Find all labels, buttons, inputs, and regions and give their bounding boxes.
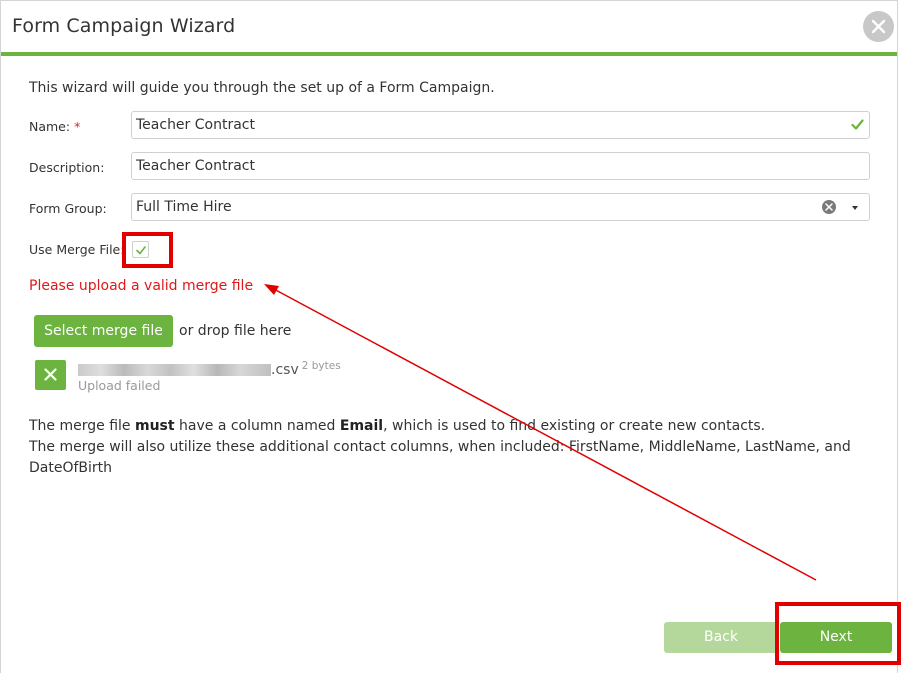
description-field[interactable]: Teacher Contract (131, 152, 870, 180)
close-button[interactable] (863, 11, 894, 42)
annotation-highlight-next (775, 602, 901, 665)
name-field[interactable]: Teacher Contract (131, 111, 870, 139)
dialog-title: Form Campaign Wizard (12, 15, 236, 37)
name-label: Name: * (29, 119, 80, 134)
name-field-value: Teacher Contract (136, 117, 255, 133)
back-button[interactable]: Back (664, 622, 778, 653)
note-emphasis-must: must (134, 418, 175, 434)
upload-status: Upload failed (78, 378, 161, 393)
required-marker: * (74, 119, 81, 134)
wizard-dialog: Form Campaign Wizard This wizard will gu… (0, 0, 898, 673)
note-text: , which is used to find existing or crea… (383, 418, 766, 434)
annotation-highlight-checkbox (122, 232, 173, 268)
clear-x-glyph (825, 203, 833, 211)
check-icon (851, 119, 864, 130)
uploaded-file: .csv 2 bytes (78, 360, 341, 378)
error-message: Please upload a valid merge file (29, 278, 254, 294)
note-emphasis-email: Email (339, 418, 384, 434)
caret-down-icon[interactable] (852, 206, 858, 210)
dialog-header: Form Campaign Wizard (1, 1, 897, 53)
select-merge-file-button[interactable]: Select merge file (34, 315, 173, 347)
intro-text: This wizard will guide you through the s… (29, 80, 495, 96)
remove-x-glyph (44, 368, 57, 381)
note-text: The merge file (29, 418, 135, 434)
close-icon (871, 19, 886, 34)
form-group-label: Form Group: (29, 201, 107, 216)
upload-failed-icon[interactable] (35, 360, 66, 390)
name-label-text: Name: (29, 119, 71, 134)
blurred-file-name (78, 364, 271, 376)
drop-zone-text: or drop file here (179, 323, 292, 339)
file-extension: .csv (271, 362, 299, 378)
header-divider (1, 52, 897, 56)
form-group-select[interactable]: Full Time Hire (131, 193, 870, 221)
use-merge-file-label: Use Merge File: (29, 242, 125, 257)
merge-file-note: The merge file must have a column named … (29, 416, 869, 479)
note-line-1: The merge file must have a column named … (29, 416, 869, 437)
form-group-value: Full Time Hire (136, 199, 232, 215)
description-field-value: Teacher Contract (136, 158, 255, 174)
note-text: have a column named (174, 418, 340, 434)
note-line-2: The merge will also utilize these additi… (29, 439, 851, 476)
file-size: 2 bytes (301, 360, 341, 372)
clear-icon[interactable] (822, 200, 836, 214)
description-label: Description: (29, 160, 105, 175)
